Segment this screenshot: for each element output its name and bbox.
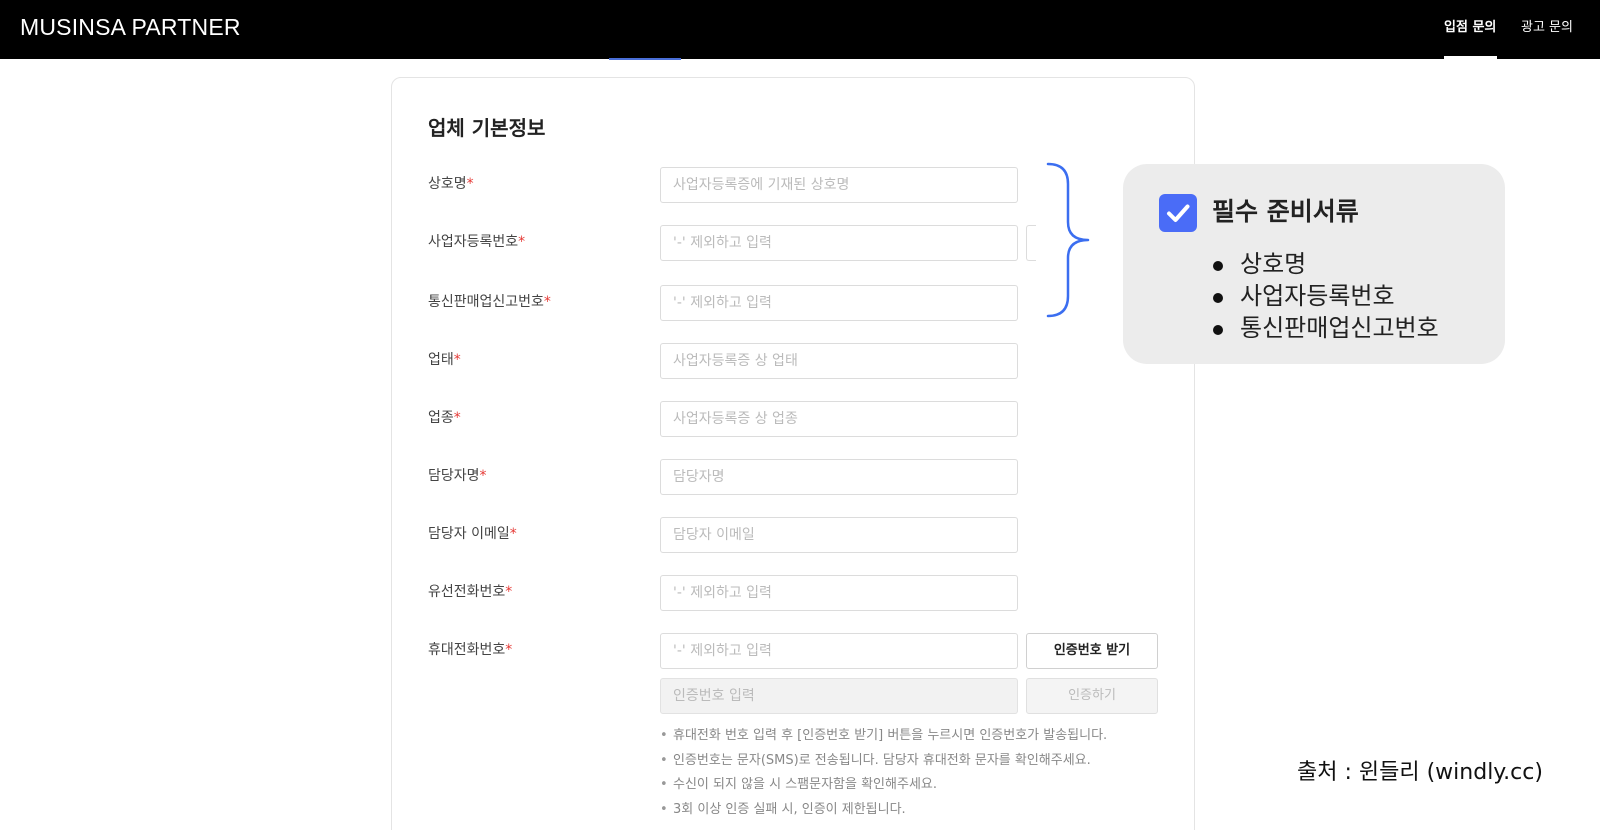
landline-input[interactable]: '-' 제외하고 입력 (660, 575, 1018, 611)
nav-tab-store-inquiry[interactable]: 입점 문의 (1444, 18, 1496, 38)
business-type-input[interactable]: 사업자등록증 상 업태 (660, 343, 1018, 379)
business-item-input[interactable]: 사업자등록증 상 업종 (660, 401, 1018, 437)
label-business-number: 사업자등록번호* (428, 234, 526, 250)
note-item: 휴대전화 번호 입력 후 [인증번호 받기] 버튼을 누르시면 인증번호가 발송… (660, 724, 1107, 749)
label-manager-name: 담당자명* (428, 468, 487, 484)
active-tab-indicator (1444, 56, 1497, 59)
list-item: 상호명 (1213, 248, 1439, 280)
source-credit: 출처 : 윈들리 (windly.cc) (1297, 760, 1543, 785)
nav-tab-ad-inquiry[interactable]: 광고 문의 (1521, 18, 1573, 38)
musinsa-partner-logo[interactable]: MUSINSA PARTNER (20, 12, 241, 42)
mail-order-number-input[interactable]: '-' 제외하고 입력 (660, 285, 1018, 321)
curly-brace-annotation (1046, 162, 1090, 318)
request-code-button[interactable]: 인증번호 받기 (1026, 633, 1158, 669)
note-item: 3회 이상 인증 실패 시, 인증이 제한됩니다. (660, 798, 1107, 823)
label-manager-email: 담당자 이메일* (428, 526, 517, 542)
verification-notes: 휴대전화 번호 입력 후 [인증번호 받기] 버튼을 누르시면 인증번호가 발송… (660, 724, 1107, 822)
company-name-input[interactable]: 사업자등록증에 기재된 상호명 (660, 167, 1018, 203)
label-business-item: 업종* (428, 410, 461, 426)
manager-email-input[interactable]: 담당자 이메일 (660, 517, 1018, 553)
required-documents-callout: 필수 준비서류 상호명 사업자등록번호 통신판매업신고번호 (1123, 164, 1505, 364)
label-mobile: 휴대전화번호* (428, 642, 513, 658)
list-item: 통신판매업신고번호 (1213, 312, 1439, 344)
business-number-extra-field[interactable] (1026, 225, 1036, 261)
verify-button[interactable]: 인증하기 (1026, 678, 1158, 714)
top-navigation-bar: MUSINSA PARTNER 입점 문의 광고 문의 (0, 0, 1600, 59)
label-business-type: 업태* (428, 352, 461, 368)
mobile-input[interactable]: '-' 제외하고 입력 (660, 633, 1018, 669)
progress-indicator (609, 58, 681, 60)
label-landline: 유선전화번호* (428, 584, 513, 600)
label-mail-order-number: 통신판매업신고번호* (428, 294, 551, 310)
note-item: 인증번호는 문자(SMS)로 전송됩니다. 담당자 휴대전화 문자를 확인해주세… (660, 749, 1107, 774)
verification-code-input[interactable]: 인증번호 입력 (660, 678, 1018, 714)
section-title: 업체 기본정보 (428, 116, 546, 140)
list-item: 사업자등록번호 (1213, 280, 1439, 312)
note-item: 수신이 되지 않을 시 스팸문자함을 확인해주세요. (660, 773, 1107, 798)
business-number-input[interactable]: '-' 제외하고 입력 (660, 225, 1018, 261)
manager-name-input[interactable]: 담당자명 (660, 459, 1018, 495)
callout-title: 필수 준비서류 (1212, 197, 1359, 226)
checkbox-checked-icon (1159, 194, 1197, 232)
label-company-name: 상호명* (428, 176, 474, 192)
required-documents-list: 상호명 사업자등록번호 통신판매업신고번호 (1213, 248, 1439, 344)
